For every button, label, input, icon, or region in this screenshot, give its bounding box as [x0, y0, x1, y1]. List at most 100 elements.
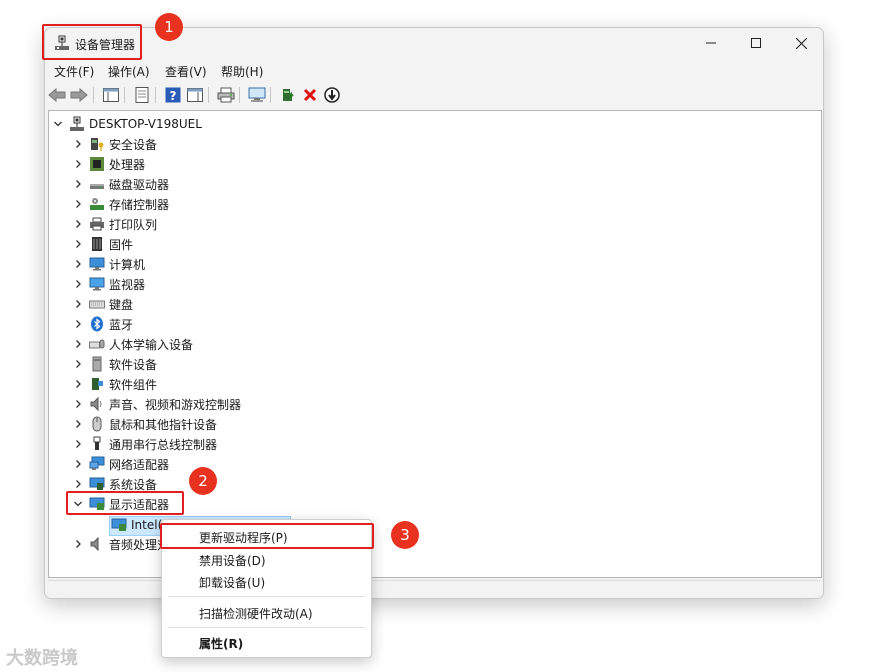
close-button[interactable] — [778, 28, 824, 58]
tree-item-firmware[interactable]: 固件 — [73, 234, 133, 254]
chevron-right-icon[interactable] — [73, 319, 83, 329]
tree-item-label: 声音、视频和游戏控制器 — [109, 397, 242, 412]
storage-controller-icon — [89, 196, 105, 212]
display-adapter-icon — [111, 517, 127, 533]
disable-device-button[interactable] — [323, 86, 341, 104]
tree-item-label: 监视器 — [109, 277, 146, 292]
annotation-box-display-adapters — [66, 491, 184, 515]
tree-item-bluetooth[interactable]: 蓝牙 — [73, 314, 133, 334]
network-adapter-icon — [89, 456, 105, 472]
print-button[interactable] — [217, 86, 235, 104]
tree-item-sound-video-game[interactable]: 声音、视频和游戏控制器 — [73, 394, 241, 414]
tree-item-security-devices[interactable]: 安全设备 — [73, 134, 157, 154]
tree-item-network-adapters[interactable]: 网络适配器 — [73, 454, 169, 474]
tree-item-label: 打印队列 — [109, 217, 158, 232]
firmware-icon — [89, 236, 105, 252]
menu-file[interactable]: 文件(F) — [54, 63, 94, 80]
tree-item-computer[interactable]: 计算机 — [73, 254, 145, 274]
printer-icon — [89, 216, 105, 232]
print-icon — [217, 87, 235, 103]
scan-hardware-button[interactable] — [248, 86, 266, 104]
back-button[interactable] — [48, 86, 66, 104]
chevron-right-icon[interactable] — [73, 359, 83, 369]
forward-button[interactable] — [70, 86, 88, 104]
chevron-right-icon[interactable] — [73, 419, 83, 429]
toolbar-separator — [93, 87, 94, 103]
chevron-right-icon[interactable] — [73, 259, 83, 269]
menu-help[interactable]: 帮助(H) — [221, 63, 263, 80]
tree-item-disk-drives[interactable]: 磁盘驱动器 — [73, 174, 169, 194]
tree-item-storage-controllers[interactable]: 存储控制器 — [73, 194, 169, 214]
tree-item-label: 系统设备 — [109, 477, 158, 492]
menu-action[interactable]: 操作(A) — [108, 63, 150, 80]
toolbar-separator — [239, 87, 240, 103]
menu-item-properties[interactable]: 属性(R) — [199, 635, 243, 652]
tree-item-processors[interactable]: 处理器 — [73, 154, 145, 174]
annotation-box-title — [42, 24, 142, 60]
chevron-right-icon[interactable] — [73, 479, 83, 489]
help-icon: ? — [165, 87, 181, 103]
menu-item-scan-hardware[interactable]: 扫描检测硬件改动(A) — [199, 605, 313, 622]
computer-icon — [89, 256, 105, 272]
chevron-right-icon[interactable] — [73, 179, 83, 189]
tree-item-label: 网络适配器 — [109, 457, 170, 472]
tree-item-hid[interactable]: 人体学输入设备 — [73, 334, 193, 354]
maximize-button[interactable] — [733, 28, 779, 58]
toolbar-separator — [270, 87, 271, 103]
show-hide-tree-button[interactable] — [102, 86, 120, 104]
chevron-right-icon[interactable] — [73, 379, 83, 389]
close-icon — [795, 37, 807, 49]
chevron-right-icon[interactable] — [73, 239, 83, 249]
menu-bar: 文件(F) 操作(A) 查看(V) 帮助(H) — [45, 60, 823, 80]
annotation-badge-2: 2 — [189, 467, 217, 495]
tree-item-audio-processing[interactable]: 音频处理对 — [73, 534, 169, 554]
chevron-right-icon[interactable] — [73, 279, 83, 289]
annotation-badge-3: 3 — [391, 521, 419, 549]
menu-separator — [168, 627, 365, 628]
svg-text:?: ? — [170, 89, 177, 103]
software-component-icon — [89, 376, 105, 392]
system-device-icon — [89, 476, 105, 492]
tree-item-label: 人体学输入设备 — [109, 337, 194, 352]
forward-arrow-icon — [70, 88, 88, 102]
update-driver-button[interactable] — [279, 86, 297, 104]
tree-item-usb-controllers[interactable]: 通用串行总线控制器 — [73, 434, 217, 454]
tree-item-software-components[interactable]: 软件组件 — [73, 374, 157, 394]
back-arrow-icon — [48, 88, 66, 102]
help-button[interactable]: ? — [164, 86, 182, 104]
tree-item-software-devices[interactable]: 软件设备 — [73, 354, 157, 374]
chevron-down-icon[interactable] — [53, 119, 63, 129]
chevron-right-icon[interactable] — [73, 159, 83, 169]
tree-item-print-queues[interactable]: 打印队列 — [73, 214, 157, 234]
uninstall-device-button[interactable] — [301, 86, 319, 104]
tree-item-label: 处理器 — [109, 157, 146, 172]
chevron-right-icon[interactable] — [73, 339, 83, 349]
disable-device-icon — [324, 87, 340, 103]
properties-button[interactable] — [133, 86, 151, 104]
action-pane-button[interactable] — [186, 86, 204, 104]
menu-item-uninstall-device[interactable]: 卸载设备(U) — [199, 574, 265, 591]
monitor-icon — [89, 276, 105, 292]
menu-item-disable-device[interactable]: 禁用设备(D) — [199, 552, 266, 569]
scan-hardware-icon — [248, 87, 266, 102]
chevron-right-icon[interactable] — [73, 219, 83, 229]
chevron-right-icon[interactable] — [73, 399, 83, 409]
tree-item-label: 固件 — [109, 237, 134, 252]
speaker-icon — [89, 396, 105, 412]
toolbar-separator — [124, 87, 125, 103]
minimize-button[interactable] — [688, 28, 734, 58]
maximize-icon — [751, 38, 761, 48]
chevron-right-icon[interactable] — [73, 199, 83, 209]
chevron-right-icon[interactable] — [73, 459, 83, 469]
tree-item-monitors[interactable]: 监视器 — [73, 274, 145, 294]
tree-root[interactable]: DESKTOP-V198UEL — [53, 114, 202, 134]
chevron-right-icon[interactable] — [73, 539, 83, 549]
chevron-right-icon[interactable] — [73, 139, 83, 149]
menu-view[interactable]: 查看(V) — [165, 63, 207, 80]
chevron-right-icon[interactable] — [73, 299, 83, 309]
update-driver-icon — [283, 89, 294, 101]
tree-item-mice[interactable]: 鼠标和其他指针设备 — [73, 414, 217, 434]
hid-icon — [89, 336, 105, 352]
tree-item-keyboards[interactable]: 键盘 — [73, 294, 133, 314]
chevron-right-icon[interactable] — [73, 439, 83, 449]
